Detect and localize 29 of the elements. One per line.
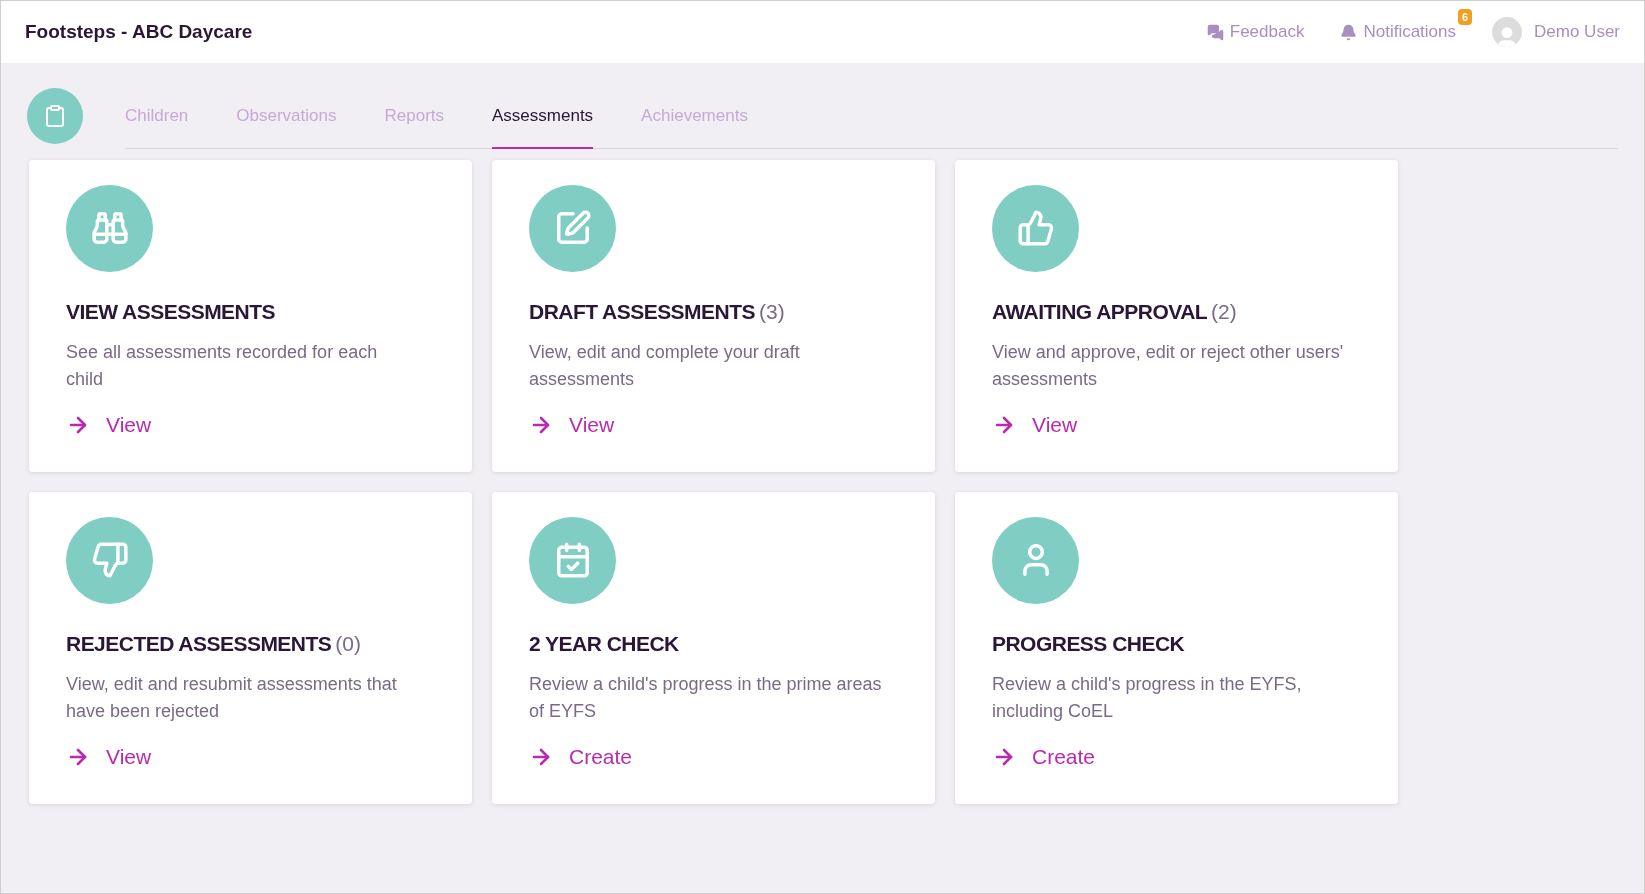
avatar-icon	[1492, 17, 1523, 47]
card-description: View, edit and resubmit assessments that have been rejected	[66, 673, 398, 723]
card-title: PROGRESS CHECK	[992, 630, 1185, 657]
card-action-link[interactable]: View	[529, 409, 615, 441]
card-title: REJECTED ASSESSMENTS	[66, 630, 332, 657]
card-action-link[interactable]: View	[992, 409, 1078, 441]
card-count: (0)	[335, 630, 361, 657]
card-count: (3)	[759, 298, 785, 325]
card-description: View and approve, edit or reject other users' assessments	[992, 341, 1345, 391]
card-title: 2 YEAR CHECK	[529, 630, 679, 657]
card-title: VIEW ASSESSMENTS	[66, 298, 276, 325]
card-title: DRAFT ASSESSMENTS	[529, 298, 755, 325]
user-menu[interactable]: Demo User	[1492, 17, 1620, 47]
card-description: Review a child's progress in the prime areas of EYFS	[529, 673, 883, 723]
card-action-link[interactable]: View	[66, 409, 152, 441]
feedback-link[interactable]: Feedback	[1206, 19, 1305, 45]
card-action-link[interactable]: Create	[529, 741, 633, 773]
chat-icon	[1206, 23, 1224, 41]
notification-count: 6	[1457, 9, 1473, 26]
card-action-link[interactable]: View	[66, 741, 152, 773]
card-title: AWAITING APPROVAL	[992, 298, 1208, 325]
card-description: See all assessments recorded for each child	[66, 341, 379, 391]
app-title: Footsteps - ABC Daycare	[25, 19, 253, 44]
card-description: View, edit and complete your draft assessments	[529, 341, 801, 391]
card-count: (2)	[1211, 298, 1237, 325]
bell-icon	[1340, 23, 1358, 41]
card-description: Review a child's progress in the EYFS, including CoEL	[992, 673, 1303, 723]
card-action-link[interactable]: Create	[992, 741, 1096, 773]
tab[interactable]: Assessments	[492, 83, 594, 149]
